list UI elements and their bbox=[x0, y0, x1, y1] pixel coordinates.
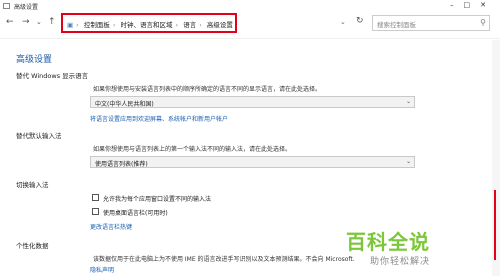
up-arrow-icon[interactable]: ↑ bbox=[48, 17, 56, 27]
display-language-value: 中文(中华人民共和国) bbox=[95, 101, 154, 108]
forward-arrow-icon[interactable]: → bbox=[22, 17, 30, 27]
watermark-title: 百科全说 bbox=[346, 230, 430, 254]
control-panel-icon: ▣ bbox=[67, 21, 74, 29]
default-input-select[interactable]: 使用语言列表(推荐) ⌄ bbox=[90, 156, 415, 168]
personalization-description: 该数据仅用于在此电脑上为不使用 IME 的语言改进手写识别以及文本预测结果。不会… bbox=[93, 256, 355, 263]
display-language-title: 替代 Windows 显示语言 bbox=[16, 72, 89, 80]
watermark-subtitle: 助你轻松解决 bbox=[370, 257, 431, 267]
red-edge-mark bbox=[494, 190, 496, 260]
search-placeholder: 搜索控制面板 bbox=[377, 21, 416, 29]
language-bar-checkbox[interactable] bbox=[92, 208, 99, 215]
page-title: 高级设置 bbox=[16, 55, 53, 65]
per-app-input-checkbox[interactable] bbox=[92, 194, 99, 201]
switch-input-title: 切换输入法 bbox=[16, 181, 49, 189]
breadcrumb-control-panel[interactable]: 控制面板 bbox=[84, 21, 110, 29]
search-icon: ⚲ bbox=[480, 18, 486, 27]
address-dropdown-icon[interactable]: ⌄ bbox=[340, 18, 346, 26]
display-language-description: 如果你想使用与安装语言列表中的顺序所确定的语言不同的显示语言，请在此处选择。 bbox=[93, 86, 322, 93]
privacy-statement-link[interactable]: 隐私声明 bbox=[90, 265, 114, 274]
window-title: 高级设置 bbox=[14, 4, 39, 11]
breadcrumb-language[interactable]: 语言 bbox=[183, 21, 196, 29]
per-app-input-label: 允许我为每个应用窗口设置不同的输入法 bbox=[103, 196, 212, 203]
personalization-title: 个性化数据 bbox=[16, 242, 49, 250]
language-bar-label: 使用桌面语言栏(可用时) bbox=[103, 210, 168, 217]
chevron-down-icon: ⌄ bbox=[405, 158, 411, 165]
default-input-description: 如果你想使用与语言列表上的第一个输入法不同的输入法，请在此处选择。 bbox=[93, 146, 292, 153]
breadcrumb-clock-language-region[interactable]: 时钟、语言和区域 bbox=[121, 21, 173, 29]
default-input-value: 使用语言列表(推荐) bbox=[95, 161, 148, 168]
change-hotkeys-link[interactable]: 更改语言栏热键 bbox=[90, 222, 132, 231]
divider bbox=[0, 38, 500, 39]
breadcrumb: ▣ › 控制面板 › 时钟、语言和区域 › 语言 › 高级设置 bbox=[67, 21, 233, 29]
default-input-title: 替代默认输入法 bbox=[16, 132, 62, 140]
apply-language-settings-link[interactable]: 将语言设置应用到欢迎屏幕、系统帐户和新用户帐户 bbox=[90, 114, 228, 123]
address-bar[interactable]: ▣ › 控制面板 › 时钟、语言和区域 › 语言 › 高级设置 bbox=[61, 13, 237, 33]
display-language-select[interactable]: 中文(中华人民共和国) ⌄ bbox=[90, 96, 415, 108]
recent-dropdown-icon[interactable]: ⌄ bbox=[36, 18, 42, 26]
chevron-down-icon: ⌄ bbox=[405, 98, 411, 105]
window-icon bbox=[3, 3, 10, 9]
refresh-icon[interactable]: ↻ bbox=[356, 16, 364, 26]
back-arrow-icon[interactable]: ← bbox=[6, 17, 14, 27]
search-input[interactable]: 搜索控制面板 ⚲ bbox=[372, 15, 490, 31]
title-bar: 高级设置 –□✕ bbox=[0, 0, 500, 12]
window-controls[interactable]: –□✕ bbox=[450, 1, 496, 9]
breadcrumb-advanced-settings[interactable]: 高级设置 bbox=[207, 21, 233, 29]
